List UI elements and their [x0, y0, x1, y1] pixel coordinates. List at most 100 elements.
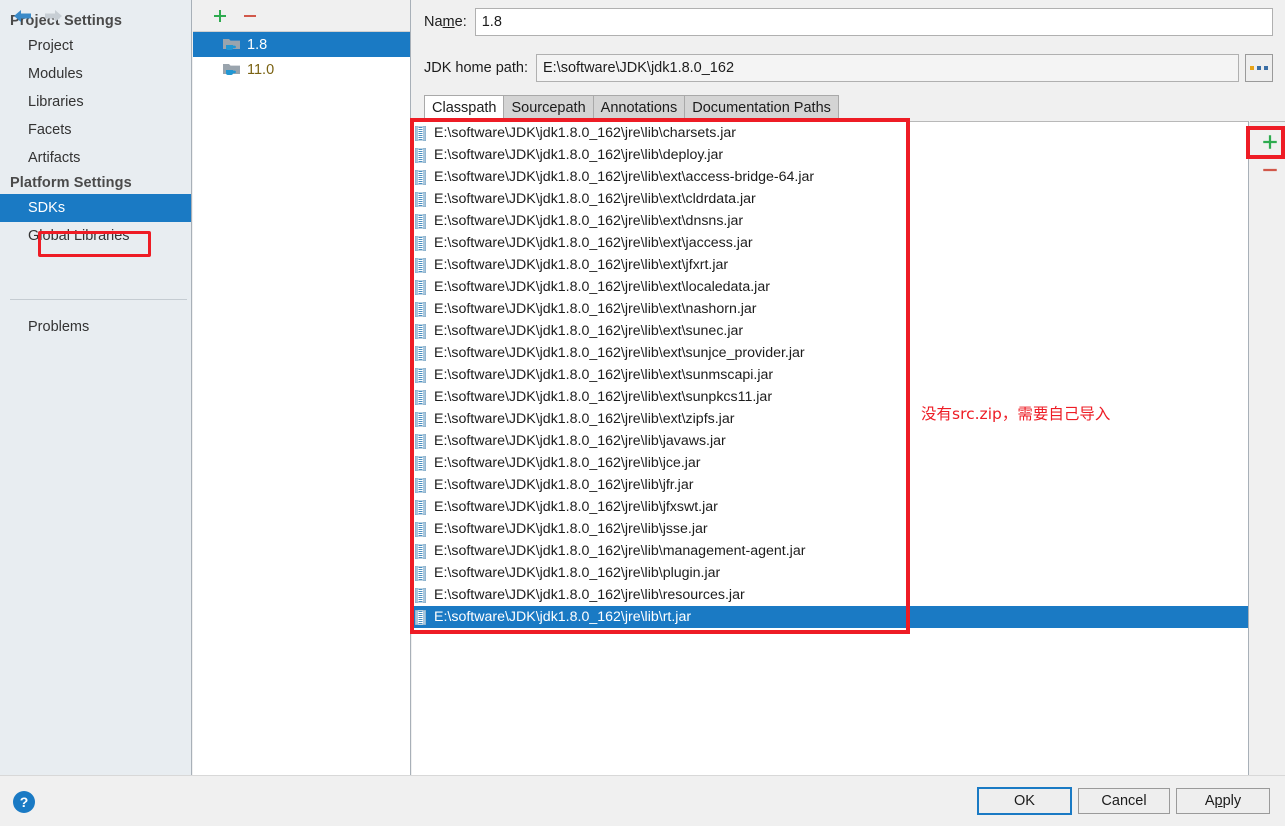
sidebar-item-artifacts[interactable]: Artifacts [0, 144, 191, 172]
name-input-value: 1.8 [481, 14, 502, 30]
browse-dot-icon [1264, 66, 1268, 70]
sidebar-item-facets[interactable]: Facets [0, 116, 191, 144]
classpath-row[interactable]: E:\software\JDK\jdk1.8.0_162\jre\lib\ext… [412, 188, 1248, 210]
classpath-row-label: E:\software\JDK\jdk1.8.0_162\jre\lib\ext… [434, 191, 756, 207]
jar-file-icon [415, 257, 426, 273]
classpath-row[interactable]: E:\software\JDK\jdk1.8.0_162\jre\lib\dep… [412, 144, 1248, 166]
classpath-row[interactable]: E:\software\JDK\jdk1.8.0_162\jre\lib\ext… [412, 232, 1248, 254]
sidebar-item-sdks[interactable]: SDKs [0, 194, 191, 222]
classpath-row[interactable]: E:\software\JDK\jdk1.8.0_162\jre\lib\ext… [412, 320, 1248, 342]
cancel-button[interactable]: Cancel [1078, 788, 1170, 814]
sidebar-divider [10, 299, 187, 300]
classpath-row[interactable]: E:\software\JDK\jdk1.8.0_162\jre\lib\ext… [412, 408, 1248, 430]
browse-button[interactable] [1245, 54, 1273, 82]
classpath-row-label: E:\software\JDK\jdk1.8.0_162\jre\lib\jfx… [434, 499, 718, 515]
classpath-row[interactable]: E:\software\JDK\jdk1.8.0_162\jre\lib\res… [412, 584, 1248, 606]
classpath-row[interactable]: E:\software\JDK\jdk1.8.0_162\jre\lib\man… [412, 540, 1248, 562]
classpath-row[interactable]: E:\software\JDK\jdk1.8.0_162\jre\lib\plu… [412, 562, 1248, 584]
plus-icon [214, 9, 226, 22]
minus-icon [1263, 168, 1277, 172]
name-label: Name: [424, 14, 467, 30]
sdk-list-toolbar [193, 0, 410, 32]
tab-classpath[interactable]: Classpath [424, 95, 504, 120]
jar-file-icon [415, 411, 426, 427]
footer-divider [0, 775, 1285, 776]
classpath-row-label: E:\software\JDK\jdk1.8.0_162\jre\lib\res… [434, 587, 745, 603]
classpath-row-selected[interactable]: E:\software\JDK\jdk1.8.0_162\jre\lib\rt.… [412, 606, 1248, 628]
classpath-row-label: E:\software\JDK\jdk1.8.0_162\jre\lib\ext… [434, 235, 753, 251]
classpath-row[interactable]: E:\software\JDK\jdk1.8.0_162\jre\lib\ext… [412, 276, 1248, 298]
classpath-row[interactable]: E:\software\JDK\jdk1.8.0_162\jre\lib\ext… [412, 166, 1248, 188]
jar-file-icon [415, 433, 426, 449]
jar-file-icon [415, 499, 426, 515]
classpath-row[interactable]: E:\software\JDK\jdk1.8.0_162\jre\lib\ext… [412, 364, 1248, 386]
jar-file-icon [415, 169, 426, 185]
jar-file-icon [415, 565, 426, 581]
jar-file-icon [415, 125, 426, 141]
jar-file-icon [415, 543, 426, 559]
classpath-row-label: E:\software\JDK\jdk1.8.0_162\jre\lib\jfr… [434, 477, 694, 493]
arrow-left-icon [14, 10, 31, 22]
sidebar-item-global-libraries[interactable]: Global Libraries [0, 222, 191, 250]
sidebar-item-libraries[interactable]: Libraries [0, 88, 191, 116]
classpath-row[interactable]: E:\software\JDK\jdk1.8.0_162\jre\lib\jce… [412, 452, 1248, 474]
classpath-row-label: E:\software\JDK\jdk1.8.0_162\jre\lib\dep… [434, 147, 724, 163]
classpath-row[interactable]: E:\software\JDK\jdk1.8.0_162\jre\lib\ext… [412, 254, 1248, 276]
paths-tab-bar: Classpath Sourcepath Annotations Documen… [424, 95, 1285, 120]
classpath-row[interactable]: E:\software\JDK\jdk1.8.0_162\jre\lib\jav… [412, 430, 1248, 452]
apply-button[interactable]: Ap ply [1176, 788, 1270, 814]
classpath-row[interactable]: E:\software\JDK\jdk1.8.0_162\jre\lib\ext… [412, 342, 1248, 364]
classpath-row-label: E:\software\JDK\jdk1.8.0_162\jre\lib\ext… [434, 389, 773, 405]
jar-file-icon [415, 587, 426, 603]
help-button[interactable]: ? [13, 791, 35, 813]
sdk-list-item-label: 1.8 [247, 36, 268, 53]
classpath-row-label: E:\software\JDK\jdk1.8.0_162\jre\lib\ext… [434, 411, 735, 427]
sidebar-item-problems[interactable]: Problems [0, 313, 192, 341]
classpath-row[interactable]: E:\software\JDK\jdk1.8.0_162\jre\lib\ext… [412, 386, 1248, 408]
classpath-list: E:\software\JDK\jdk1.8.0_162\jre\lib\cha… [412, 121, 1249, 775]
sdk-list: 1.8 11.0 [193, 32, 410, 82]
remove-classpath-entry-button[interactable] [1250, 156, 1285, 184]
jar-file-icon [415, 323, 426, 339]
classpath-row[interactable]: E:\software\JDK\jdk1.8.0_162\jre\lib\jfx… [412, 496, 1248, 518]
add-sdk-button[interactable] [205, 3, 235, 29]
classpath-row-label: E:\software\JDK\jdk1.8.0_162\jre\lib\ext… [434, 367, 774, 383]
classpath-row-label: E:\software\JDK\jdk1.8.0_162\jre\lib\ext… [434, 323, 744, 339]
browse-dot-icon [1250, 66, 1254, 70]
jar-file-icon [415, 213, 426, 229]
tab-annotations[interactable]: Annotations [592, 95, 685, 120]
sidebar-item-modules[interactable]: Modules [0, 60, 191, 88]
tab-sourcepath[interactable]: Sourcepath [503, 95, 593, 120]
classpath-row-label: E:\software\JDK\jdk1.8.0_162\jre\lib\ext… [434, 301, 757, 317]
sdk-list-item-label: 11.0 [247, 61, 275, 78]
classpath-row-label: E:\software\JDK\jdk1.8.0_162\jre\lib\ext… [434, 257, 729, 273]
classpath-row-label: E:\software\JDK\jdk1.8.0_162\jre\lib\rt.… [434, 609, 692, 625]
jdk-home-path-input[interactable]: E:\software\JDK\jdk1.8.0_162 [535, 54, 1239, 82]
classpath-row[interactable]: E:\software\JDK\jdk1.8.0_162\jre\lib\cha… [412, 122, 1248, 144]
add-classpath-entry-button[interactable] [1250, 128, 1285, 156]
sidebar-item-project[interactable]: Project [0, 32, 191, 60]
sdk-list-item-1-8[interactable]: 1.8 [193, 32, 410, 57]
browse-dot-icon [1257, 66, 1261, 70]
jar-file-icon [415, 609, 426, 625]
back-arrow-button[interactable] [8, 3, 38, 29]
classpath-row-label: E:\software\JDK\jdk1.8.0_162\jre\lib\plu… [434, 565, 721, 581]
classpath-row-label: E:\software\JDK\jdk1.8.0_162\jre\lib\ext… [434, 213, 744, 229]
jar-file-icon [415, 477, 426, 493]
classpath-row[interactable]: E:\software\JDK\jdk1.8.0_162\jre\lib\ext… [412, 210, 1248, 232]
classpath-row[interactable]: E:\software\JDK\jdk1.8.0_162\jre\lib\jfr… [412, 474, 1248, 496]
sdk-list-item-11-0[interactable]: 11.0 [193, 57, 410, 82]
classpath-row[interactable]: E:\software\JDK\jdk1.8.0_162\jre\lib\ext… [412, 298, 1248, 320]
minus-icon [244, 14, 256, 17]
forward-arrow-button[interactable] [38, 3, 68, 29]
classpath-toolbar [1250, 121, 1285, 775]
jdk-folder-icon [223, 64, 240, 75]
classpath-row-label: E:\software\JDK\jdk1.8.0_162\jre\lib\cha… [434, 125, 737, 141]
classpath-row-label: E:\software\JDK\jdk1.8.0_162\jre\lib\ext… [434, 169, 815, 185]
classpath-row[interactable]: E:\software\JDK\jdk1.8.0_162\jre\lib\jss… [412, 518, 1248, 540]
remove-sdk-button[interactable] [235, 3, 265, 29]
ok-button[interactable]: OK [977, 787, 1072, 815]
tab-documentation-paths[interactable]: Documentation Paths [684, 95, 839, 120]
arrow-right-icon [45, 10, 62, 22]
name-input[interactable]: 1.8 [474, 8, 1273, 36]
